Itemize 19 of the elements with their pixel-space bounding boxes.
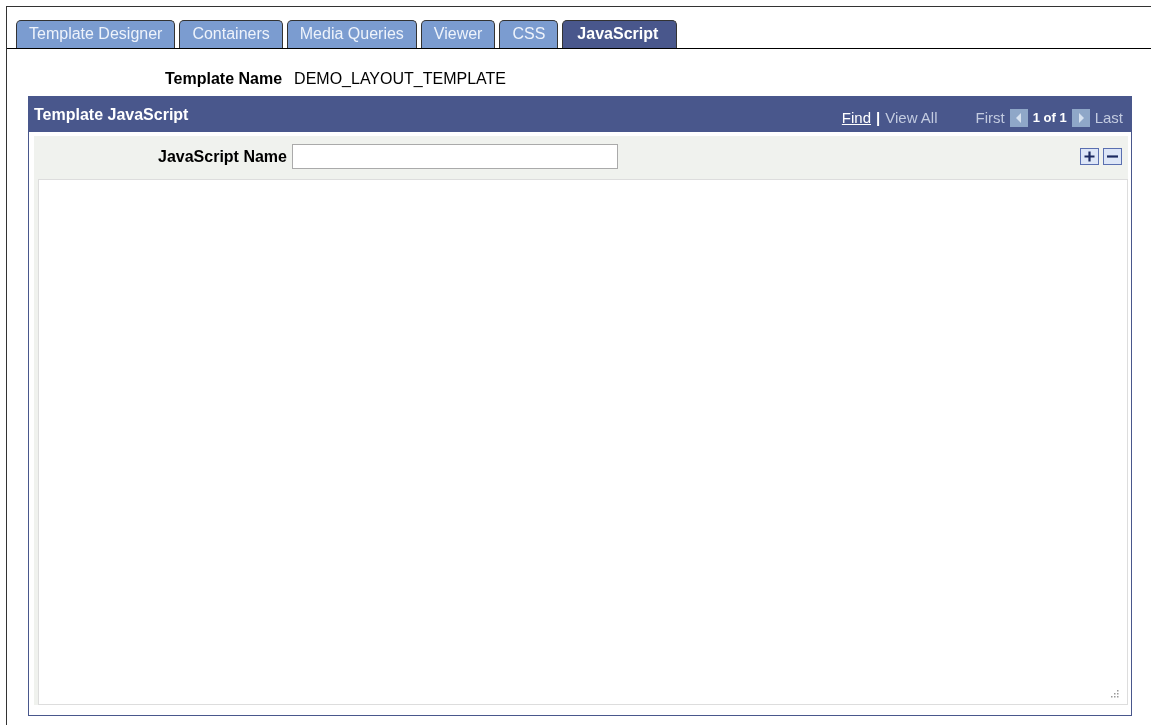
next-icon bbox=[1071, 108, 1090, 127]
separator: | bbox=[876, 109, 881, 126]
previous-icon bbox=[1009, 108, 1028, 127]
add-icon[interactable] bbox=[1080, 148, 1099, 165]
input-field[interactable] bbox=[291, 144, 618, 169]
tab[interactable]: Viewer bbox=[420, 20, 496, 48]
field-label: JavaScript Name bbox=[158, 147, 287, 166]
tab[interactable]: CSS bbox=[499, 20, 559, 48]
resize-grip-icon[interactable] bbox=[1110, 689, 1119, 698]
tab[interactable]: Containers bbox=[179, 20, 283, 48]
tab[interactable]: Media Queries bbox=[286, 20, 417, 48]
field-value: DEMO_LAYOUT_TEMPLATE bbox=[294, 70, 506, 88]
remove-icon[interactable] bbox=[1103, 148, 1122, 165]
tab[interactable]: Template Designer bbox=[16, 20, 176, 48]
find-link[interactable]: Find bbox=[841, 109, 872, 126]
page-count: 1 of 1 bbox=[1032, 110, 1067, 125]
field-label: Template Name bbox=[165, 70, 283, 88]
tab[interactable]: JavaScript bbox=[562, 20, 678, 48]
panel-title: Template JavaScript bbox=[34, 105, 190, 124]
